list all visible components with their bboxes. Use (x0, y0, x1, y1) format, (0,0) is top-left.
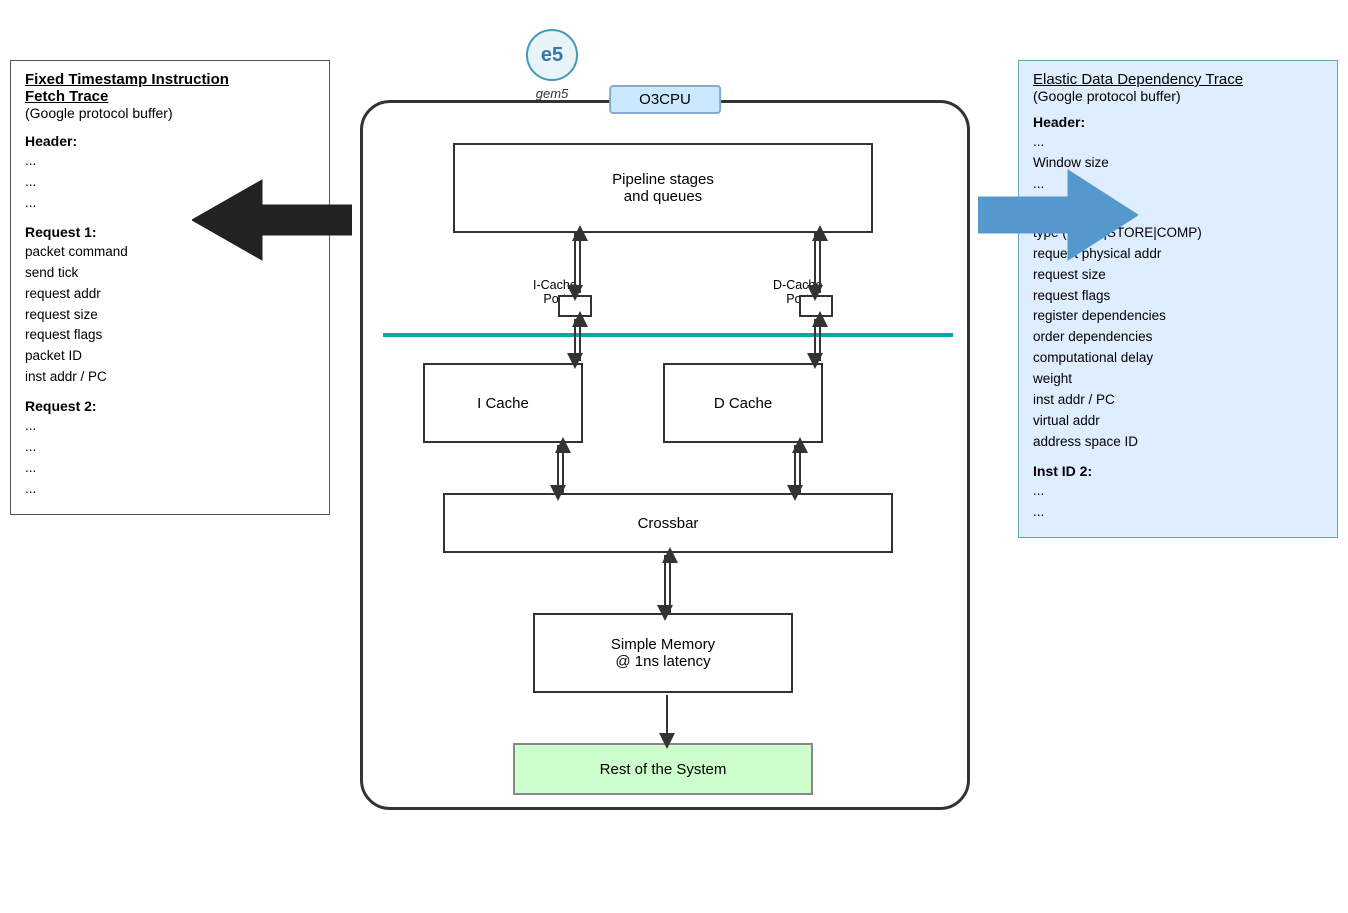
left-req2-item-2: ... (25, 458, 315, 479)
o3cpu-label: O3CPU (609, 85, 721, 114)
pipeline-label: Pipeline stagesand queues (612, 171, 714, 205)
gem5-text: gem5 (525, 86, 579, 101)
blue-right-arrow-svg (978, 165, 1138, 265)
icache-port-box (558, 295, 592, 317)
right-inst1-item-10: address space ID (1033, 432, 1323, 453)
right-inst1-item-4: register dependencies (1033, 306, 1323, 327)
left-title-line1: Fixed Timestamp Instruction (25, 71, 315, 88)
black-left-arrow-svg (192, 175, 352, 265)
svg-text:e5: e5 (541, 44, 563, 66)
gem5-logo: e5 gem5 (525, 28, 579, 101)
right-inst2-item-1: ... (1033, 502, 1323, 523)
left-title-line2: Fetch Trace (25, 88, 315, 105)
gem5-logo-svg: e5 (525, 28, 579, 82)
big-rounded-box: O3CPU Pipeline stagesand queues I-CacheP… (360, 100, 970, 810)
left-req2-item-1: ... (25, 437, 315, 458)
right-subtitle: (Google protocol buffer) (1033, 88, 1323, 104)
left-req1-item-6: inst addr / PC (25, 367, 315, 388)
right-panel: Elastic Data Dependency Trace (Google pr… (1018, 60, 1338, 538)
right-inst1-item-6: computational delay (1033, 348, 1323, 369)
left-req2-item-0: ... (25, 416, 315, 437)
right-inst1-item-7: weight (1033, 369, 1323, 390)
teal-separator-line (383, 333, 953, 337)
right-header-label: Header: (1033, 114, 1323, 130)
memory-box: Simple Memory@ 1ns latency (533, 613, 793, 693)
dcache-box: D Cache (663, 363, 823, 443)
right-inst2-item-0: ... (1033, 481, 1323, 502)
left-req1-item-4: request flags (25, 325, 315, 346)
arrow-black-left (192, 175, 352, 268)
memory-label: Simple Memory@ 1ns latency (611, 636, 715, 670)
right-header-item-0: ... (1033, 132, 1323, 153)
left-header-label: Header: (25, 133, 315, 149)
center-diagram: e5 gem5 O3CPU Pipeline stagesand queues … (340, 20, 990, 830)
cache-row: I Cache D Cache (423, 363, 913, 443)
pipeline-box: Pipeline stagesand queues (453, 143, 873, 233)
icache-box: I Cache (423, 363, 583, 443)
right-title-line1: Elastic Data Dependency Trace (1033, 71, 1323, 88)
right-inst1-item-5: order dependencies (1033, 327, 1323, 348)
left-req1-item-2: request addr (25, 284, 315, 305)
right-inst2-label: Inst ID 2: (1033, 463, 1323, 479)
left-req1-item-3: request size (25, 305, 315, 326)
left-subtitle: (Google protocol buffer) (25, 105, 315, 121)
rest-box: Rest of the System (513, 743, 813, 795)
left-req2-label: Request 2: (25, 398, 315, 414)
crossbar-box: Crossbar (443, 493, 893, 553)
left-req2-item-3: ... (25, 479, 315, 500)
left-req1-item-5: packet ID (25, 346, 315, 367)
right-inst1-item-8: inst addr / PC (1033, 390, 1323, 411)
left-panel: Fixed Timestamp Instruction Fetch Trace … (10, 60, 330, 515)
arrow-blue-right (978, 165, 1138, 268)
right-inst1-item-3: request flags (1033, 286, 1323, 307)
right-inst1-item-9: virtual addr (1033, 411, 1323, 432)
dcache-port-box (799, 295, 833, 317)
left-header-item-0: ... (25, 151, 315, 172)
